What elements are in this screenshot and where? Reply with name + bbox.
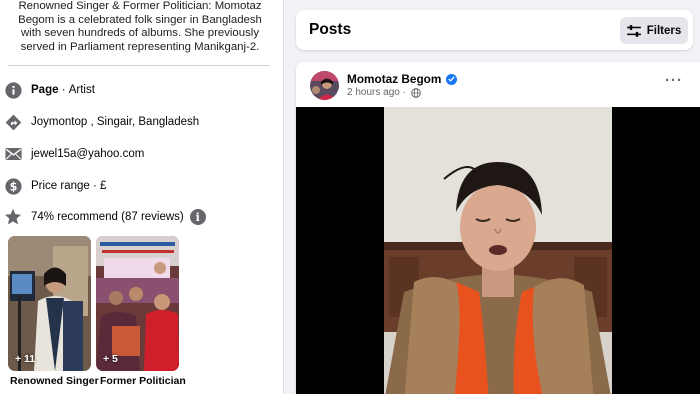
album-caption[interactable]: Former Politician bbox=[100, 375, 186, 387]
posts-title: Posts bbox=[309, 21, 352, 38]
intro-recommend: 74% recommend (87 reviews) i bbox=[4, 208, 206, 226]
album-photo-singer bbox=[8, 236, 91, 371]
email-link[interactable]: jewel15a@yahoo.com bbox=[31, 148, 144, 160]
page-label: Page bbox=[31, 84, 59, 96]
album-count: + 5 bbox=[103, 353, 118, 365]
intro-panel: Renowned Singer & Former Politician: Mom… bbox=[0, 0, 283, 394]
avatar[interactable] bbox=[310, 71, 339, 100]
star-icon bbox=[4, 208, 22, 226]
posts-header: Posts Filters bbox=[296, 10, 693, 50]
post-card: Momotaz Begom 2 hours ago · ··· bbox=[296, 62, 700, 394]
post-meta-separator: · bbox=[399, 87, 409, 98]
recommend-info-icon[interactable]: i bbox=[189, 209, 206, 225]
email-icon bbox=[4, 145, 22, 163]
info-icon bbox=[4, 81, 22, 99]
verified-badge-icon bbox=[446, 73, 458, 85]
intro-divider bbox=[8, 65, 270, 66]
dollar-icon: $ bbox=[4, 177, 22, 195]
intro-page-category: Page · Artist bbox=[4, 81, 95, 99]
recommend-text[interactable]: 74% recommend (87 reviews) bbox=[31, 211, 184, 223]
post-time[interactable]: 2 hours ago bbox=[347, 87, 400, 98]
post-author: Momotaz Begom bbox=[347, 72, 458, 86]
album-thumbnail-renowned-singer[interactable]: + 11 bbox=[8, 236, 91, 371]
video-frame bbox=[384, 107, 612, 394]
directions-icon bbox=[4, 113, 22, 131]
album-photo-politician bbox=[96, 236, 179, 371]
globe-icon bbox=[410, 87, 421, 98]
location-text[interactable]: Joymontop , Singair, Bangladesh bbox=[31, 116, 199, 128]
column-divider bbox=[283, 0, 284, 394]
page-separator: · bbox=[58, 84, 69, 96]
post-video[interactable] bbox=[296, 107, 700, 394]
album-caption[interactable]: Renowned Singer bbox=[10, 375, 99, 387]
page-category: Artist bbox=[68, 84, 95, 96]
post-author-name[interactable]: Momotaz Begom bbox=[347, 72, 441, 86]
intro-price-range: $ Price range · £ bbox=[4, 177, 106, 195]
filters-label: Filters bbox=[646, 24, 682, 37]
post-more-options[interactable]: ··· bbox=[665, 72, 683, 89]
page-bio: Renowned Singer & Former Politician: Mom… bbox=[18, 0, 262, 53]
video-still-singer bbox=[384, 107, 612, 394]
post-meta: 2 hours ago · bbox=[347, 87, 421, 98]
svg-text:$: $ bbox=[9, 180, 17, 193]
intro-email: jewel15a@yahoo.com bbox=[4, 145, 144, 163]
album-count: + 11 bbox=[15, 353, 36, 365]
filters-button[interactable]: Filters bbox=[620, 17, 688, 44]
album-thumbnail-former-politician[interactable]: + 5 bbox=[96, 236, 179, 371]
filters-icon bbox=[626, 24, 641, 37]
price-range-text: Price range · £ bbox=[31, 180, 107, 192]
intro-location: Joymontop , Singair, Bangladesh bbox=[4, 113, 199, 131]
